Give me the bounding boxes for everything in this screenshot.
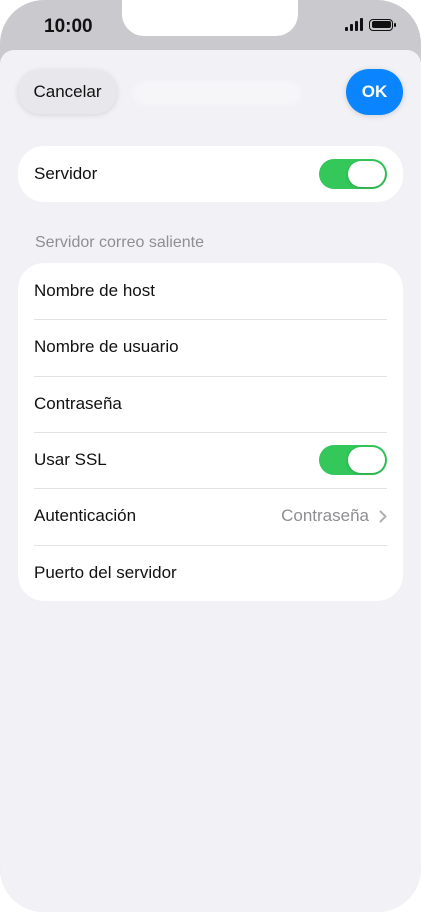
outgoing-server-header: Servidor correo saliente [35,234,204,251]
host-name-row[interactable]: Nombre de host [18,263,403,319]
username-row[interactable]: Nombre de usuario [18,319,403,375]
host-name-label: Nombre de host [34,281,155,301]
chevron-right-icon [379,510,387,523]
status-time: 10:00 [44,16,93,37]
authentication-label: Autenticación [34,506,137,526]
server-label: Servidor [34,164,98,183]
authentication-row[interactable]: Autenticación Contraseña [18,488,403,544]
toggle-knob [348,447,385,474]
server-port-row[interactable]: Puerto del servidor [18,544,403,601]
ok-button[interactable]: OK [346,69,403,115]
username-label: Nombre de usuario [34,337,179,357]
use-ssl-toggle[interactable] [319,445,387,476]
server-card: Servidor [18,146,403,202]
battery-icon [369,18,396,31]
server-row: Servidor [18,146,403,202]
nav-title-area [132,80,302,106]
use-ssl-label: Usar SSL [34,450,107,470]
outgoing-server-card: Nombre de host Nombre de usuario Contras… [18,263,403,601]
toggle-knob [348,161,385,187]
password-row[interactable]: Contraseña [18,375,403,432]
server-toggle[interactable] [319,159,387,189]
cancel-button[interactable]: Cancelar [18,70,117,114]
settings-sheet: Cancelar OK Servidor Servidor correo sal… [0,50,421,912]
signal-icon [345,18,363,31]
status-bar: 10:00 [0,0,421,52]
authentication-value: Contraseña [281,506,369,526]
notch [122,0,298,36]
use-ssl-row: Usar SSL [18,431,403,488]
password-label: Contraseña [34,393,122,413]
phone-screen: 10:00 Cancelar OK Servidor Servidor corr [0,0,421,912]
server-port-label: Puerto del servidor [34,562,177,582]
status-icons [345,18,396,31]
